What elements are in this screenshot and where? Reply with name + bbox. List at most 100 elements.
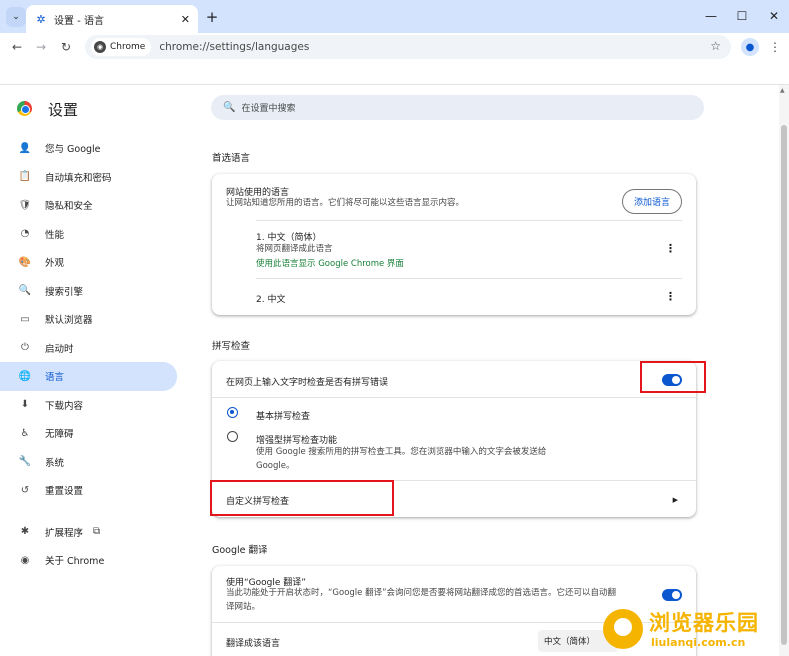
enhanced-spell-check-radio[interactable] <box>227 431 238 442</box>
sidebar-item-label: 性能 <box>45 229 65 241</box>
new-tab-button[interactable]: + <box>203 8 221 26</box>
site-chip-label: Chrome <box>110 42 146 52</box>
translate-target-label: 翻译成该语言 <box>226 639 281 649</box>
minimize-button[interactable]: — <box>700 6 722 26</box>
card-description: 让网站知道您所用的语言。它们将尽可能以这些语言显示内容。 <box>226 198 465 208</box>
sidebar-item-6[interactable]: ▭ 默认浏览器 <box>0 305 177 334</box>
toolbar-divider <box>0 84 789 85</box>
sidebar-item-label: 系统 <box>45 457 65 469</box>
sidebar-item-label: 启动时 <box>45 343 74 355</box>
maximize-button[interactable]: ☐ <box>731 6 753 26</box>
title-bar: ⌄ ✲ 设置 - 语言 ✕ + — ☐ ✕ <box>0 0 789 33</box>
language-name: 2. 中文 <box>256 295 286 305</box>
watermark-logo-icon <box>603 609 643 649</box>
sidebar-item-label: 关于 Chrome <box>45 556 105 568</box>
scroll-up-arrow-icon[interactable]: ▲ <box>780 87 785 94</box>
language-more-icon[interactable]: ⋮ <box>665 242 676 255</box>
sidebar-item-label: 扩展程序 <box>45 527 84 539</box>
basic-spell-check-radio[interactable] <box>227 407 238 418</box>
sidebar-item-8[interactable]: 🌐 语言 <box>0 362 177 391</box>
shield-icon: 🛡 <box>18 199 32 211</box>
profile-avatar-icon[interactable]: ● <box>741 38 759 56</box>
sidebar-item-label: 语言 <box>45 372 65 384</box>
translate-desc-2: 译网站。 <box>226 602 261 612</box>
address-bar[interactable]: ◉ Chrome chrome://settings/languages ☆ <box>85 35 731 59</box>
basic-spell-check-label: 基本拼写检查 <box>256 412 311 422</box>
sidebar-item-10[interactable]: ♿ 无障碍 <box>0 419 177 448</box>
sidebar-item-label: 外观 <box>45 258 65 270</box>
close-window-button[interactable]: ✕ <box>763 6 785 26</box>
search-icon: 🔍 <box>223 102 236 113</box>
add-language-button[interactable]: 添加语言 <box>621 189 682 214</box>
search-icon: 🔍 <box>18 285 32 297</box>
browser-menu-icon[interactable]: ⋮ <box>768 38 782 56</box>
preferred-languages-card: 网站使用的语言 让网站知道您所用的语言。它们将尽可能以这些语言显示内容。 添加语… <box>212 174 696 315</box>
sidebar-item-3[interactable]: ◔ 性能 <box>0 220 177 249</box>
globe-icon: 🌐 <box>18 370 32 382</box>
sidebar-item-1[interactable]: 📋 自动填充和密码 <box>0 163 177 192</box>
scrollbar-thumb[interactable] <box>781 125 787 645</box>
sidebar-item-5[interactable]: 🔍 搜索引擎 <box>0 277 177 306</box>
sidebar-item-extensions[interactable]: ✱ 扩展程序 ⧉ <box>0 518 177 547</box>
sidebar-item-7[interactable]: ⏻ 启动时 <box>0 334 177 363</box>
sidebar-item-2[interactable]: 🛡 隐私和安全 <box>0 191 177 220</box>
watermark: 浏览器乐园 liulanqi.com.cn <box>603 603 789 656</box>
sidebar-item-label: 重置设置 <box>45 486 84 498</box>
sidebar-item-label: 自动填充和密码 <box>45 172 112 184</box>
sidebar-item-label: 隐私和安全 <box>45 201 93 213</box>
translate-toggle[interactable] <box>662 589 682 601</box>
tab-title: 设置 - 语言 <box>54 15 104 27</box>
enhanced-spell-check-desc: 使用 Google 搜索所用的拼写检查工具。您在浏览器中输入的文字会被发送给 <box>256 447 547 457</box>
back-arrow-icon[interactable]: ← <box>8 38 26 56</box>
person-icon: 👤 <box>18 142 32 154</box>
chevron-down-icon: ⌄ <box>12 12 20 22</box>
url-text[interactable]: chrome://settings/languages <box>159 41 309 53</box>
spell-check-toggle-label: 在网页上输入文字时检查是否有拼写错误 <box>226 378 389 388</box>
sidebar-item-9[interactable]: ⬇ 下载内容 <box>0 391 177 420</box>
palette-icon: 🎨 <box>18 256 32 268</box>
sidebar-item-12[interactable]: ↺ 重置设置 <box>0 476 177 505</box>
gear-icon: ✲ <box>36 12 46 26</box>
language-more-icon[interactable]: ⋮ <box>665 290 676 303</box>
chrome-icon: ◉ <box>94 41 106 53</box>
language-ui-link: 使用此语言显示 Google Chrome 界面 <box>256 259 404 269</box>
site-info-chip[interactable]: ◉ Chrome <box>91 38 152 56</box>
section-title-preferred-languages: 首选语言 <box>212 153 251 164</box>
bookmark-star-icon[interactable]: ☆ <box>710 39 721 53</box>
divider <box>212 397 696 398</box>
external-link-icon: ⧉ <box>93 526 101 538</box>
forward-arrow-icon[interactable]: → <box>32 38 50 56</box>
section-title-translate: Google 翻译 <box>212 545 268 556</box>
arrow-right-icon[interactable]: ▶ <box>673 496 678 504</box>
sidebar-item-0[interactable]: 👤 您与 Google <box>0 134 177 163</box>
sidebar-item-about[interactable]: ◉ 关于 Chrome <box>0 546 177 575</box>
translate-desc: 当此功能处于开启状态时，“Google 翻译”会询问您是否要将网站翻译成您的首选… <box>226 588 616 598</box>
search-placeholder: 在设置中搜索 <box>241 104 296 114</box>
watermark-url: liulanqi.com.cn <box>651 636 746 649</box>
active-tab[interactable]: ✲ 设置 - 语言 ✕ <box>26 5 198 33</box>
sidebar-item-label: 无障碍 <box>45 429 74 441</box>
download-icon: ⬇ <box>20 399 30 411</box>
sidebar-item-4[interactable]: 🎨 外观 <box>0 248 177 277</box>
browser-icon: ▭ <box>20 313 30 325</box>
sidebar-item-label: 下载内容 <box>45 400 84 412</box>
reset-icon: ↺ <box>20 484 30 496</box>
settings-sidebar: 👤 您与 Google 📋 自动填充和密码 🛡 隐私和安全 ◔ 性能 🎨 外观 🔍 搜索引擎 ▭ 默认浏览… <box>0 134 190 575</box>
settings-search-input[interactable]: 🔍 在设置中搜索 <box>211 95 704 120</box>
divider <box>256 220 682 221</box>
chrome-icon: ◉ <box>20 554 30 566</box>
section-title-spell-check: 拼写检查 <box>212 341 251 352</box>
language-subtext: 将网页翻译成此语言 <box>256 244 333 254</box>
enhanced-spell-check-desc-2: Google。 <box>256 461 295 471</box>
reload-icon[interactable]: ↻ <box>57 38 75 56</box>
highlight-box-toggle <box>640 361 706 393</box>
sidebar-item-11[interactable]: 🔧 系统 <box>0 448 177 477</box>
close-tab-icon[interactable]: ✕ <box>181 13 190 26</box>
puzzle-icon: ✱ <box>20 526 30 538</box>
sidebar-item-label: 您与 Google <box>45 144 101 156</box>
clipboard-icon: 📋 <box>18 171 32 183</box>
divider <box>256 278 682 279</box>
tab-search-button[interactable]: ⌄ <box>6 7 26 27</box>
watermark-text: 浏览器乐园 <box>649 610 759 635</box>
sidebar-item-label: 默认浏览器 <box>45 315 93 327</box>
